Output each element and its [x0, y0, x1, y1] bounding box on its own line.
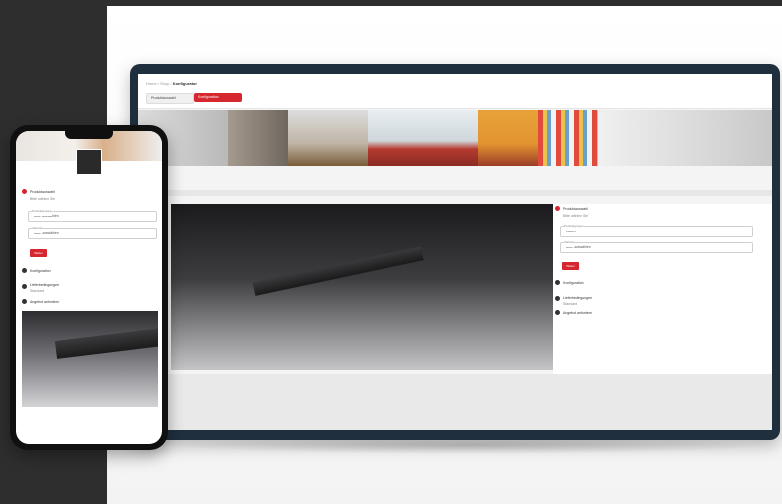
phone-step-1-title[interactable]: Produktauswahl: [30, 190, 55, 194]
phone-step-4-indicator: [22, 299, 27, 304]
phone-product-group-select[interactable]: Produktgruppe Bitte auswählen: [28, 207, 157, 222]
product-group-label: Produktgruppe: [564, 222, 584, 231]
phone-next-button[interactable]: Weiter: [30, 249, 47, 257]
phone-step-2-title[interactable]: Konfiguration: [30, 269, 51, 273]
phone-step-2-indicator: [22, 268, 27, 273]
breadcrumb: Home / Shop / Konfigurator: [146, 81, 197, 86]
header-banner-image: [138, 110, 772, 166]
next-button[interactable]: Weiter: [562, 262, 579, 270]
divider-band: [138, 190, 772, 196]
phone-3d-model-viewer[interactable]: [22, 311, 158, 407]
top-bar: Home / Shop / Konfigurator Produktauswah…: [138, 74, 772, 109]
step-1-subtitle: Bitte wählen Sie: [563, 214, 589, 218]
phone-step-3-title[interactable]: Lieferbedingungen: [30, 283, 59, 287]
variant-label: Variante: [564, 238, 575, 247]
step-1-title[interactable]: Produktauswahl: [563, 207, 588, 211]
configuration-button[interactable]: Konfiguration: [194, 93, 242, 102]
footer-area: [138, 374, 772, 430]
variant-select[interactable]: Variante Bitte auswählen: [560, 238, 753, 253]
beam-model: [252, 246, 424, 296]
phone-screen: Produktauswahl Bitte wählen Sie Produktg…: [16, 131, 162, 444]
phone-step-1-indicator: [22, 189, 27, 194]
phone-product-group-label: Produktgruppe: [32, 207, 52, 216]
breadcrumb-current: Konfigurator: [172, 81, 197, 86]
product-selection-button[interactable]: Produktauswahl: [146, 93, 194, 104]
phone-beam-model: [54, 327, 158, 359]
step-4-indicator: [555, 310, 560, 315]
step-1-indicator: [555, 206, 560, 211]
phone-variant-label: Variante: [32, 224, 43, 233]
step-3-indicator: [555, 296, 560, 301]
step-4-title[interactable]: Angebot anfordern: [563, 311, 592, 315]
phone-notch: [65, 131, 113, 139]
3d-model-viewer[interactable]: [171, 204, 553, 370]
phone-device: Produktauswahl Bitte wählen Sie Produktg…: [10, 125, 168, 450]
step-3-subtitle: Standard: [563, 302, 578, 306]
phone-step-3-subtitle: Standard: [30, 289, 45, 293]
configurator-panel: Produktauswahl Bitte wählen Sie Produktg…: [553, 204, 772, 384]
step-3-title[interactable]: Lieferbedingungen: [563, 296, 592, 300]
product-group-select[interactable]: Produktgruppe Latten: [560, 222, 753, 237]
phone-step-1-subtitle: Bitte wählen Sie: [30, 197, 56, 201]
phone-step-3-indicator: [22, 284, 27, 289]
step-2-title[interactable]: Konfiguration: [563, 281, 584, 285]
step-2-indicator: [555, 280, 560, 285]
tablet-device: Home / Shop / Konfigurator Produktauswah…: [130, 64, 780, 440]
phone-variant-select[interactable]: Variante Bitte auswählen: [28, 224, 157, 239]
phone-step-4-title[interactable]: Angebot anfordern: [30, 300, 59, 304]
tablet-screen: Home / Shop / Konfigurator Produktauswah…: [138, 74, 772, 430]
brand-logo: [76, 149, 102, 175]
breadcrumb-path[interactable]: Home / Shop /: [146, 81, 172, 86]
